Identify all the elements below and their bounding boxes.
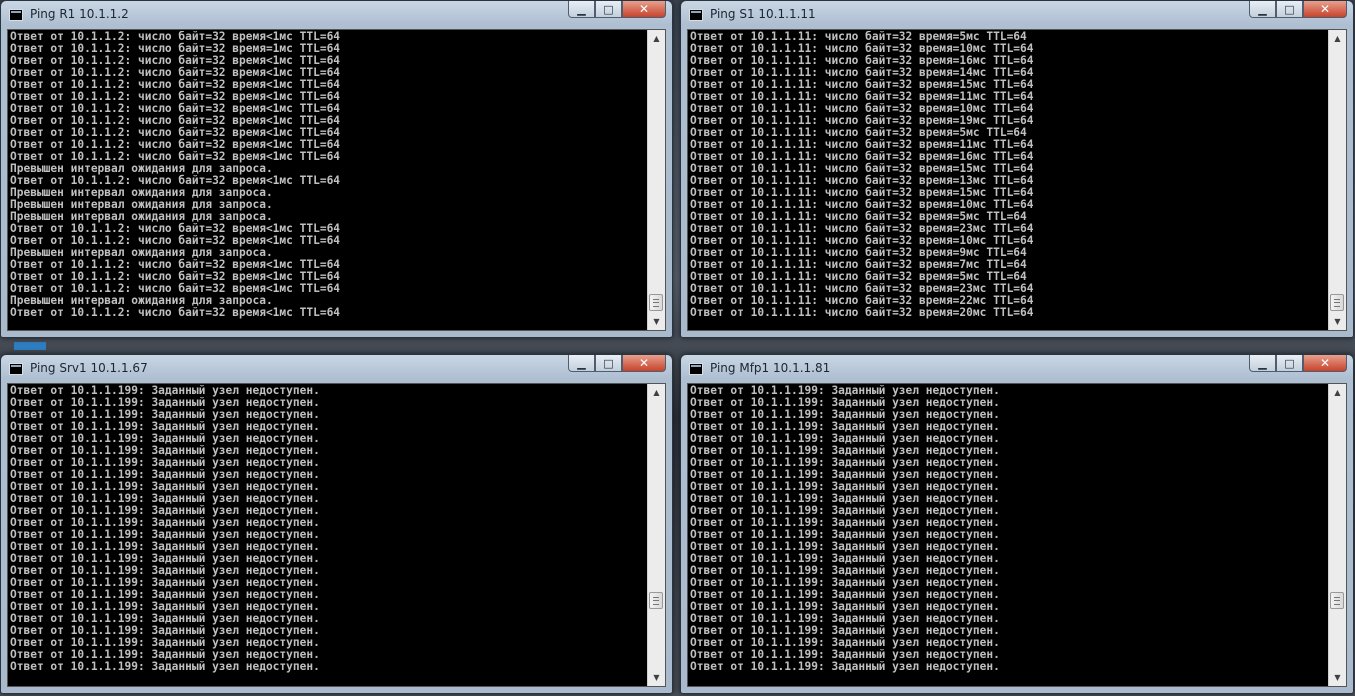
console-line: Ответ от 10.1.1.11: число байт=32 время=… [690, 306, 1034, 319]
window-title: Ping S1 10.1.1.11 [710, 7, 816, 21]
console-line: Ответ от 10.1.1.199: Заданный узел недос… [10, 660, 320, 673]
window-controls: ▁ □ ✕ [568, 1, 666, 19]
vertical-scrollbar[interactable]: ▲ ▼ [1328, 30, 1346, 330]
console-output: Ответ от 10.1.1.199: Заданный узел недос… [10, 385, 647, 686]
scroll-up-arrow-icon[interactable]: ▲ [648, 30, 665, 47]
maximize-button[interactable]: □ [1276, 355, 1303, 372]
scroll-thumb[interactable] [1330, 294, 1344, 311]
console-app-icon [689, 363, 703, 375]
console-area[interactable]: Ответ от 10.1.1.199: Заданный узел недос… [687, 383, 1347, 687]
minimize-button[interactable]: ▁ [568, 355, 595, 372]
window-controls: ▁ □ ✕ [568, 355, 666, 373]
scroll-down-arrow-icon[interactable]: ▼ [648, 313, 665, 330]
vertical-scrollbar[interactable]: ▲ ▼ [1328, 384, 1346, 686]
minimize-button[interactable]: ▁ [1249, 355, 1276, 372]
background-taskbar-fragment [14, 342, 46, 350]
maximize-button[interactable]: □ [595, 1, 622, 18]
title-bar[interactable]: Ping R1 10.1.1.2 ▁ □ ✕ [1, 1, 672, 29]
title-bar[interactable]: Ping Srv1 10.1.1.67 ▁ □ ✕ [1, 355, 672, 383]
scroll-down-arrow-icon[interactable]: ▼ [1329, 313, 1346, 330]
maximize-button[interactable]: □ [595, 355, 622, 372]
console-line: Ответ от 10.1.1.2: число байт=32 время<1… [10, 306, 341, 319]
close-button[interactable]: ✕ [1303, 355, 1347, 372]
window-ping-r1[interactable]: Ping R1 10.1.1.2 ▁ □ ✕ Ответ от 10.1.1.2… [0, 0, 673, 338]
title-bar[interactable]: Ping Mfp1 10.1.1.81 ▁ □ ✕ [681, 355, 1353, 383]
close-button[interactable]: ✕ [1303, 1, 1347, 18]
window-title: Ping Mfp1 10.1.1.81 [710, 361, 831, 375]
console-output: Ответ от 10.1.1.199: Заданный узел недос… [690, 385, 1328, 686]
console-output: Ответ от 10.1.1.2: число байт=32 время<1… [10, 31, 647, 330]
console-line: Ответ от 10.1.1.199: Заданный узел недос… [690, 660, 1000, 673]
scroll-thumb[interactable] [1330, 592, 1344, 609]
window-ping-s1[interactable]: Ping S1 10.1.1.11 ▁ □ ✕ Ответ от 10.1.1.… [680, 0, 1354, 338]
close-button[interactable]: ✕ [622, 1, 666, 18]
scroll-down-arrow-icon[interactable]: ▼ [648, 669, 665, 686]
scroll-up-arrow-icon[interactable]: ▲ [648, 384, 665, 401]
minimize-button[interactable]: ▁ [1249, 1, 1276, 18]
window-ping-mfp1[interactable]: Ping Mfp1 10.1.1.81 ▁ □ ✕ Ответ от 10.1.… [680, 354, 1354, 694]
window-title: Ping Srv1 10.1.1.67 [30, 361, 148, 375]
maximize-button[interactable]: □ [1276, 1, 1303, 18]
console-app-icon [689, 9, 703, 21]
window-title: Ping R1 10.1.1.2 [30, 7, 129, 21]
console-area[interactable]: Ответ от 10.1.1.199: Заданный узел недос… [7, 383, 666, 687]
console-app-icon [9, 9, 23, 21]
console-output: Ответ от 10.1.1.11: число байт=32 время=… [690, 31, 1328, 330]
window-ping-srv1[interactable]: Ping Srv1 10.1.1.67 ▁ □ ✕ Ответ от 10.1.… [0, 354, 673, 694]
close-button[interactable]: ✕ [622, 355, 666, 372]
vertical-scrollbar[interactable]: ▲ ▼ [647, 384, 665, 686]
console-app-icon [9, 363, 23, 375]
vertical-scrollbar[interactable]: ▲ ▼ [647, 30, 665, 330]
scroll-thumb[interactable] [649, 592, 663, 609]
scroll-down-arrow-icon[interactable]: ▼ [1329, 669, 1346, 686]
scroll-thumb[interactable] [649, 294, 663, 311]
minimize-button[interactable]: ▁ [568, 1, 595, 18]
scroll-up-arrow-icon[interactable]: ▲ [1329, 30, 1346, 47]
console-area[interactable]: Ответ от 10.1.1.2: число байт=32 время<1… [7, 29, 666, 331]
scroll-up-arrow-icon[interactable]: ▲ [1329, 384, 1346, 401]
window-controls: ▁ □ ✕ [1249, 1, 1347, 19]
console-area[interactable]: Ответ от 10.1.1.11: число байт=32 время=… [687, 29, 1347, 331]
title-bar[interactable]: Ping S1 10.1.1.11 ▁ □ ✕ [681, 1, 1353, 29]
window-controls: ▁ □ ✕ [1249, 355, 1347, 373]
